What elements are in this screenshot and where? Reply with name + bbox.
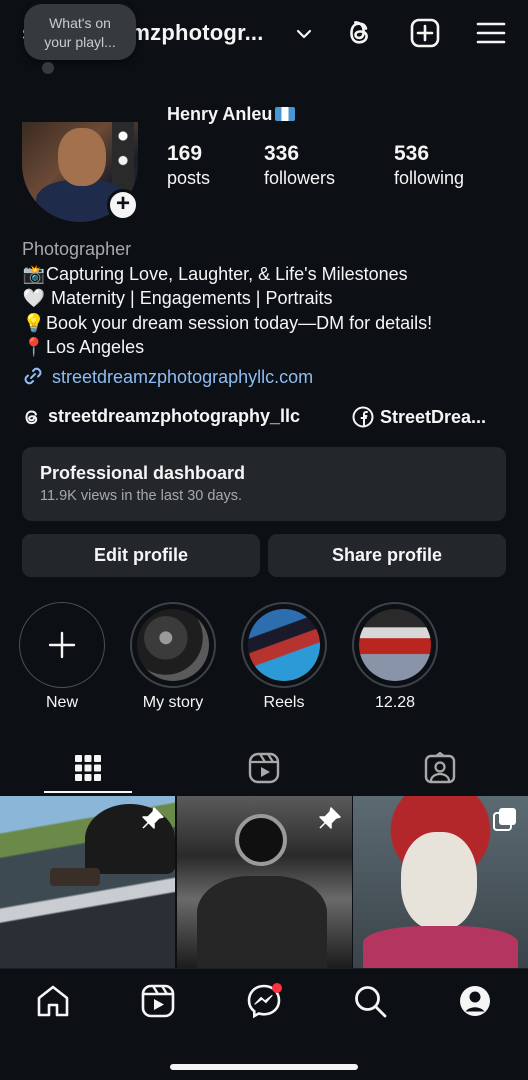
home-indicator: [170, 1064, 358, 1070]
avatar-face: [58, 128, 106, 186]
highlight-label: New: [45, 694, 78, 711]
bio-line: 📸Capturing Love, Laughter, & Life's Mile…: [22, 262, 512, 287]
stat-number: 169: [167, 142, 203, 165]
active-tab-indicator: [44, 791, 132, 793]
category-label: Photographer: [22, 239, 132, 259]
post-camera-lens: [235, 814, 287, 866]
lightbulb-icon: 💡: [22, 312, 46, 333]
highlight-label: My story: [142, 694, 204, 711]
tab-reels[interactable]: [176, 742, 352, 794]
post-mirror: [50, 868, 100, 886]
plus-icon: [48, 631, 76, 659]
threads-handle: streetdreamzphotography_llc: [48, 406, 301, 426]
tab-grid[interactable]: [0, 742, 176, 794]
website-link[interactable]: streetdreamzphotographyllc.com: [22, 365, 313, 388]
home-icon[interactable]: [35, 983, 71, 1019]
carousel-icon: [493, 808, 516, 831]
highlight-label: Reels: [263, 694, 305, 711]
tagged-icon: [424, 752, 456, 784]
stat-posts[interactable]: 169 posts: [167, 142, 210, 189]
add-story-button[interactable]: +: [107, 189, 139, 221]
edit-profile-button[interactable]: Edit profile: [22, 534, 260, 577]
bio-text: Book your dream session today—DM for det…: [46, 312, 433, 333]
note-bubble[interactable]: What's on your playl...: [24, 4, 136, 60]
website-text: streetdreamzphotographyllc.com: [52, 367, 314, 387]
threads-link[interactable]: streetdreamzphotography_llc: [22, 406, 300, 427]
messenger-icon[interactable]: [246, 983, 282, 1019]
grid-post[interactable]: [353, 796, 528, 968]
notification-dot: [272, 983, 282, 993]
bio-line: 💡Book your dream session today—DM for de…: [22, 311, 512, 336]
create-icon[interactable]: [410, 16, 440, 50]
highlight-ring: [241, 602, 327, 688]
dashboard-subtitle: 11.9K views in the last 30 days.: [40, 488, 243, 504]
bio-line: 📍Los Angeles: [22, 335, 512, 360]
highlight-label: 12.28: [374, 694, 416, 711]
stat-number: 536: [394, 142, 430, 165]
full-name: Henry Anleu: [167, 104, 296, 125]
note-line-1: What's on: [49, 15, 111, 31]
camera-icon: 📸: [22, 263, 46, 284]
highlight-cover: [359, 609, 431, 681]
reels-icon[interactable]: [140, 983, 176, 1019]
full-name-text: Henry Anleu: [167, 104, 273, 124]
bio-line: 🤍 Maternity | Engagements | Portraits: [22, 286, 512, 311]
highlight-my-story[interactable]: My story: [130, 602, 216, 712]
professional-dashboard[interactable]: Professional dashboard 11.9K views in th…: [22, 447, 506, 521]
threads-icon: [25, 409, 38, 424]
pin-icon: [142, 807, 164, 829]
new-highlight-ring: [19, 602, 105, 688]
threads-icon[interactable]: [345, 16, 375, 50]
stat-label: followers: [264, 168, 336, 188]
stat-number: 336: [264, 142, 300, 165]
social-links: streetdreamzphotography_llc StreetDrea..…: [22, 406, 512, 432]
facebook-link[interactable]: StreetDrea...: [352, 406, 486, 428]
avatar-background-lights: [112, 122, 134, 192]
highlight-reels[interactable]: Reels: [241, 602, 327, 712]
grid-post[interactable]: [177, 796, 352, 968]
link-icon: [24, 367, 42, 385]
stat-followers[interactable]: 336 followers: [264, 142, 335, 189]
menu-icon[interactable]: [476, 16, 506, 50]
tab-tagged[interactable]: [352, 742, 528, 794]
search-icon[interactable]: [352, 983, 388, 1019]
highlight-cover: [248, 609, 320, 681]
stat-following[interactable]: 536 following: [394, 142, 464, 189]
posts-grid: [0, 796, 528, 968]
highlight-ring: [130, 602, 216, 688]
pin-icon: 📍: [22, 337, 46, 357]
note-line-2: your playl...: [44, 34, 116, 50]
chevron-down-icon[interactable]: [294, 24, 314, 44]
reels-icon: [248, 752, 280, 784]
facebook-handle: StreetDrea...: [380, 406, 487, 427]
profile-icon[interactable]: [457, 983, 493, 1019]
bio: Photographer 📸Capturing Love, Laughter, …: [22, 237, 512, 360]
share-profile-button[interactable]: Share profile: [268, 534, 506, 577]
bio-text: Capturing Love, Laughter, & Life's Miles…: [46, 263, 408, 284]
bio-text: Los Angeles: [46, 337, 145, 357]
dashboard-title: Professional dashboard: [40, 463, 246, 483]
stat-label: following: [394, 168, 465, 188]
heart-icon: 🤍: [22, 288, 46, 308]
grid-post[interactable]: [0, 796, 175, 968]
grid-icon: [75, 755, 101, 781]
bio-text: Maternity | Engagements | Portraits: [46, 288, 333, 308]
pin-icon: [319, 807, 341, 829]
post-dress: [363, 926, 518, 968]
post-shirt: [197, 876, 327, 968]
post-face: [401, 832, 477, 930]
highlight-12-28[interactable]: 12.28: [352, 602, 438, 712]
flag-icon: [275, 107, 296, 121]
highlight-cover: [137, 609, 209, 681]
stat-label: posts: [167, 168, 211, 188]
note-tail: [42, 62, 54, 74]
highlight-new[interactable]: New: [19, 602, 105, 712]
highlight-ring: [352, 602, 438, 688]
bottom-navigation: [0, 968, 528, 1080]
facebook-icon: [352, 406, 374, 428]
content-tabs: [0, 742, 528, 794]
